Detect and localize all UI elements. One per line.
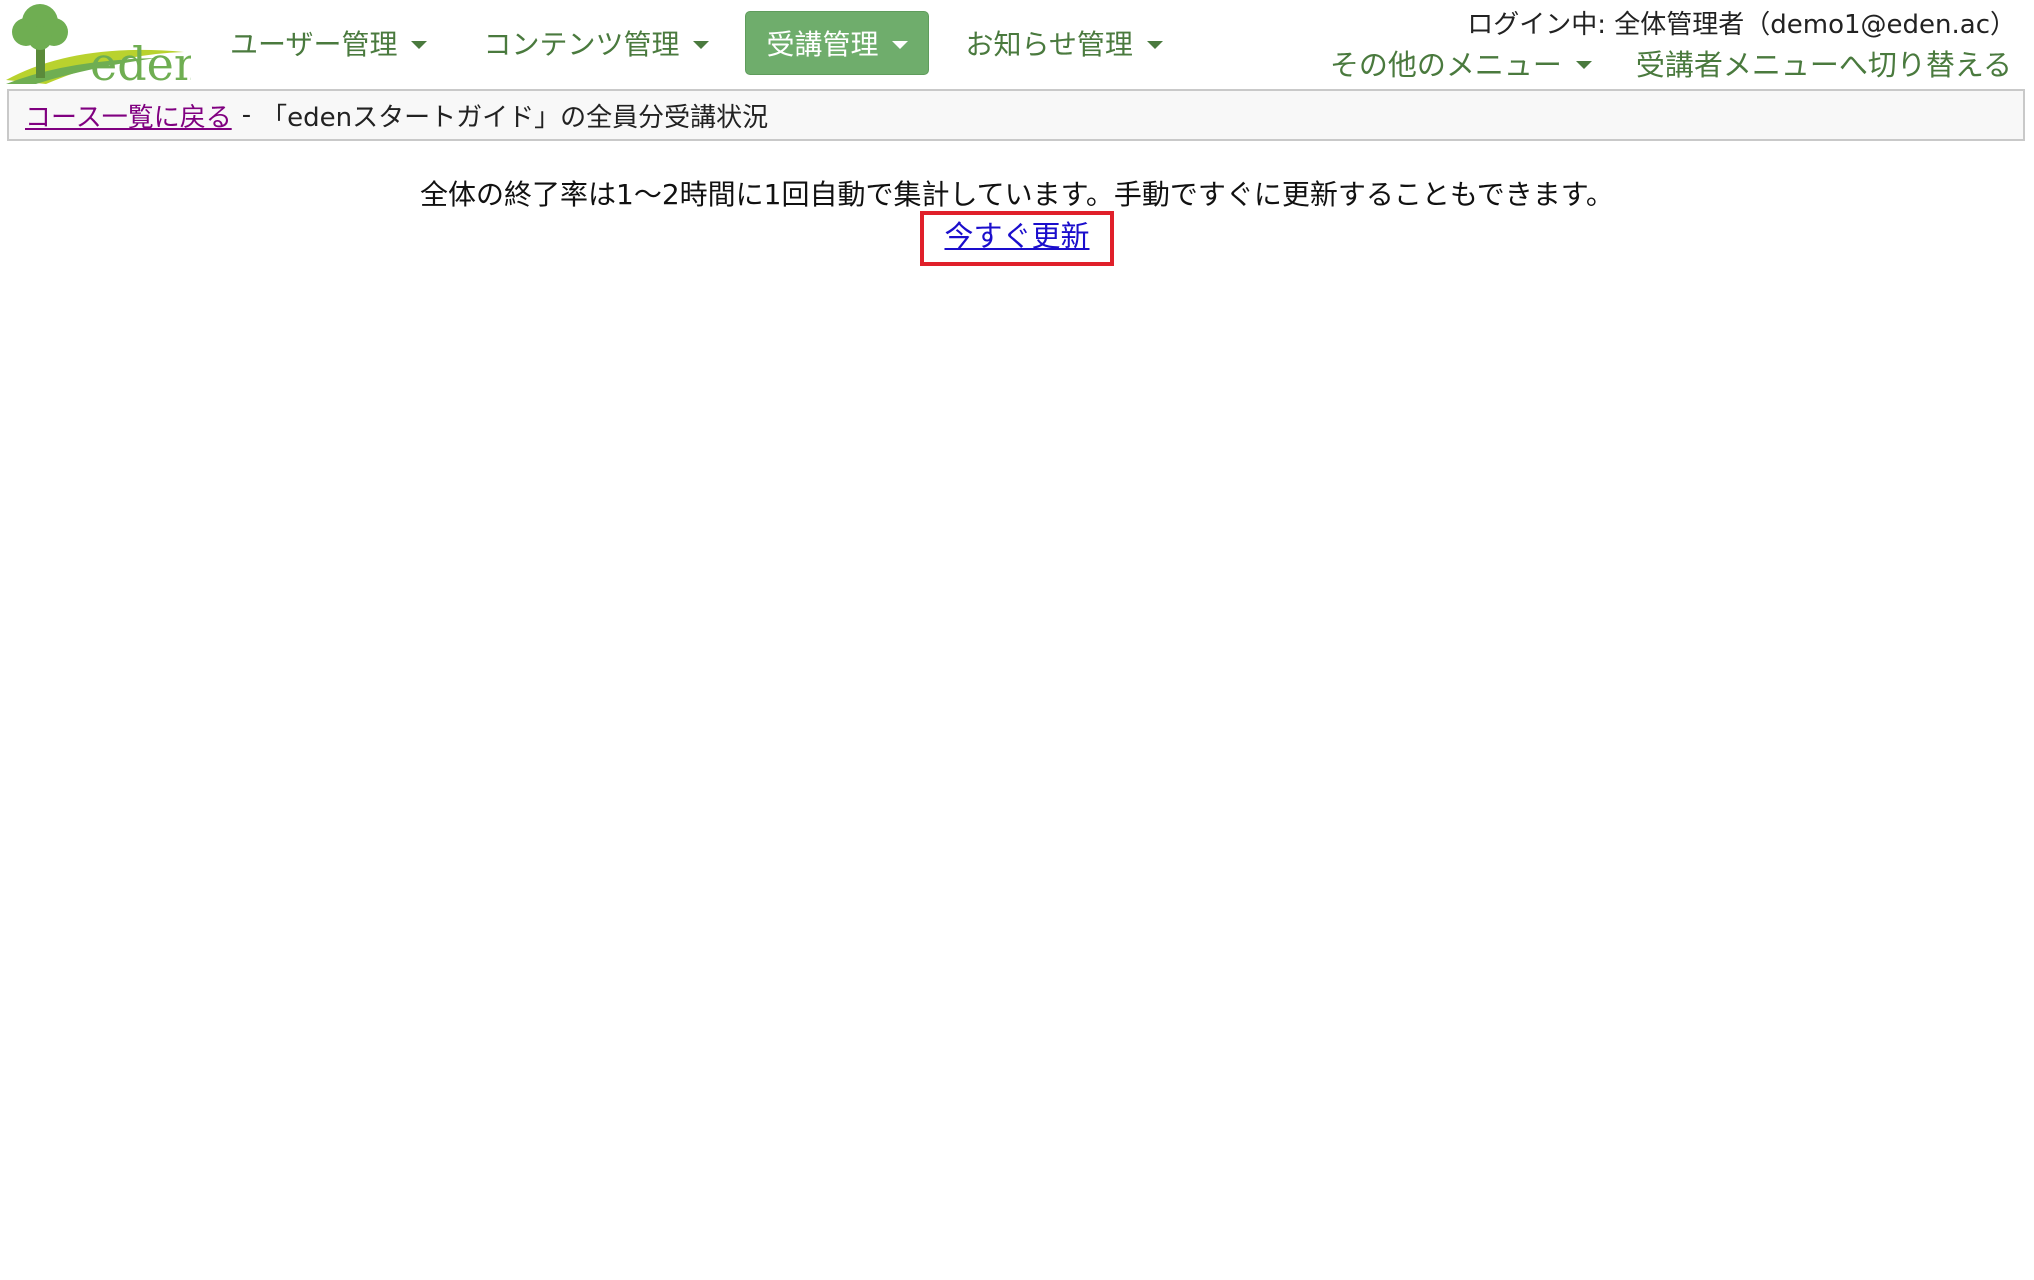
other-menu-label: その他のメニュー: [1329, 48, 1562, 82]
nav-enrollment-management[interactable]: 受講管理: [745, 11, 930, 75]
nav-user-management[interactable]: ユーザー管理: [210, 12, 447, 74]
nav-notice-management[interactable]: お知らせ管理: [945, 12, 1182, 74]
breadcrumb-current: 「edenスタートガイド」の全員分受講状況: [261, 102, 769, 133]
nav-enrollment-management-label: 受講管理: [766, 28, 879, 61]
switch-menu-label: 受講者メニューへ切り替える: [1635, 48, 2012, 82]
login-info: ログイン中: 全体管理者（demo1@eden.ac）: [1467, 10, 2016, 40]
update-now-link[interactable]: 今すぐ更新: [944, 219, 1089, 253]
caret-down-icon: [693, 41, 710, 49]
switch-to-learner-menu-link[interactable]: 受講者メニューへ切り替える: [1636, 42, 2012, 84]
logo-text: eden: [90, 37, 191, 84]
nav-content-management-label: コンテンツ管理: [483, 28, 680, 61]
breadcrumb-separator: -: [241, 100, 252, 130]
back-to-course-list-link[interactable]: コース一覧に戻る: [25, 97, 232, 134]
other-menu-dropdown[interactable]: その他のメニュー: [1330, 42, 1592, 84]
caret-down-icon: [1146, 41, 1163, 49]
nav-content-management[interactable]: コンテンツ管理: [463, 12, 729, 74]
tree-logo-icon: eden: [6, 4, 204, 91]
nav-user-management-label: ユーザー管理: [230, 28, 398, 61]
nav-notice-management-label: お知らせ管理: [965, 28, 1133, 61]
breadcrumb: コース一覧に戻る - 「edenスタートガイド」の全員分受講状況: [7, 89, 2025, 141]
eden-logo[interactable]: eden: [6, 2, 204, 91]
caret-down-icon: [892, 41, 909, 49]
right-menu: その他のメニュー 受講者メニューへ切り替える: [1330, 42, 2012, 84]
caret-down-icon: [411, 41, 428, 49]
main-content: 全体の終了率は1〜2時間に1回自動で集計しています。手動ですぐに更新することもで…: [0, 175, 2034, 266]
main-nav: ユーザー管理 コンテンツ管理 受講管理 お知らせ管理: [210, 10, 1199, 76]
caret-down-icon: [1575, 61, 1592, 69]
completion-rate-info: 全体の終了率は1〜2時間に1回自動で集計しています。手動ですぐに更新することもで…: [420, 178, 1614, 211]
update-highlight-box: 今すぐ更新: [920, 211, 1114, 266]
header: eden ユーザー管理 コンテンツ管理 受講管理 お知らせ管理 ログイン中: 全…: [0, 0, 2034, 91]
